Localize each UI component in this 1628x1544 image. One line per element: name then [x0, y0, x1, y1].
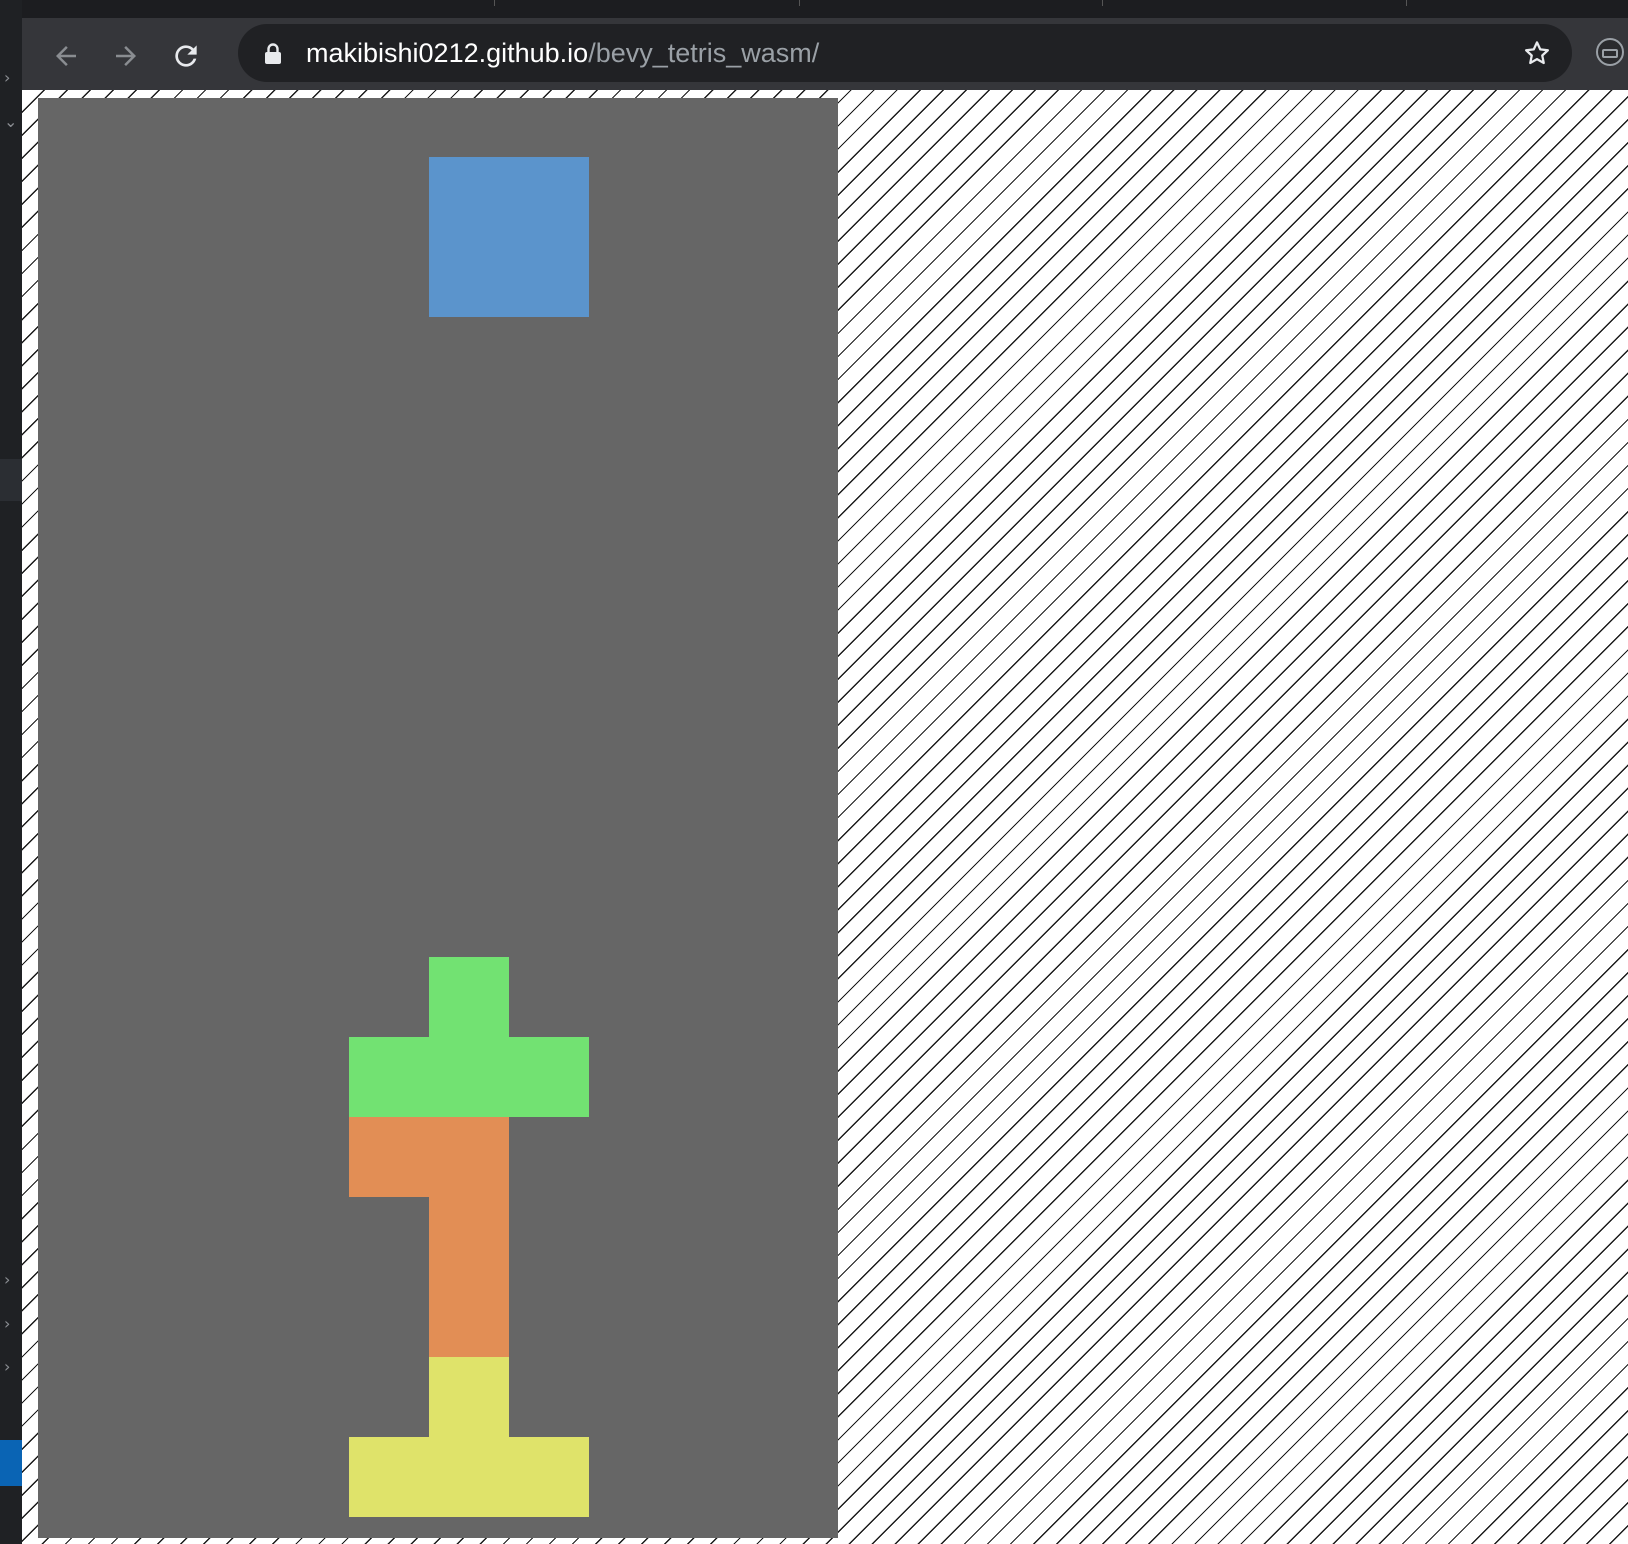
tab-strip — [22, 0, 1628, 18]
arrow-left-icon — [56, 46, 76, 66]
falling-o-piece-block — [429, 237, 509, 317]
selected-row — [0, 459, 22, 501]
t-piece-top-block — [429, 957, 509, 1037]
lock-icon — [265, 43, 281, 64]
j-piece-block — [429, 1277, 509, 1357]
address-bar[interactable]: makibishi0212.github.io/bevy_tetris_wasm… — [238, 24, 1572, 82]
back-button[interactable] — [46, 36, 86, 76]
url-host: makibishi0212.github.io — [306, 38, 589, 68]
tetris-board[interactable] — [38, 98, 838, 1538]
star-icon[interactable] — [1522, 38, 1552, 68]
chevron-right-icon: › — [4, 1314, 11, 1333]
chevron-right-icon: › — [4, 1270, 11, 1289]
t-piece-bottom-block — [509, 1437, 589, 1517]
chevron-right-icon: › — [4, 1357, 11, 1376]
reload-icon — [175, 45, 197, 67]
t-piece-bottom-block — [349, 1437, 429, 1517]
t-piece-top-block — [509, 1037, 589, 1117]
reload-button[interactable] — [166, 36, 206, 76]
t-piece-bottom-block — [429, 1357, 509, 1437]
falling-o-piece-block — [429, 157, 509, 237]
j-piece-block — [429, 1197, 509, 1277]
t-piece-top-block — [429, 1037, 509, 1117]
chevron-down-icon: ⌄ — [4, 112, 18, 131]
url-text: makibishi0212.github.io/bevy_tetris_wasm… — [306, 39, 819, 67]
chevron-right-icon: › — [4, 68, 11, 87]
arrow-right-icon — [116, 46, 136, 66]
falling-o-piece-block — [509, 237, 589, 317]
t-piece-bottom-block — [429, 1437, 509, 1517]
t-piece-top-block — [349, 1037, 429, 1117]
j-piece-block — [349, 1117, 429, 1197]
url-path: /bevy_tetris_wasm/ — [588, 38, 820, 68]
browser-toolbar: makibishi0212.github.io/bevy_tetris_wasm… — [22, 18, 1628, 90]
status-bar-fragment — [0, 1440, 22, 1486]
forward-button[interactable] — [106, 36, 146, 76]
extension-icon[interactable] — [1592, 34, 1628, 70]
background-window-strip: › ⌄ › › › — [0, 0, 22, 1544]
falling-o-piece-block — [509, 157, 589, 237]
j-piece-block — [429, 1117, 509, 1197]
